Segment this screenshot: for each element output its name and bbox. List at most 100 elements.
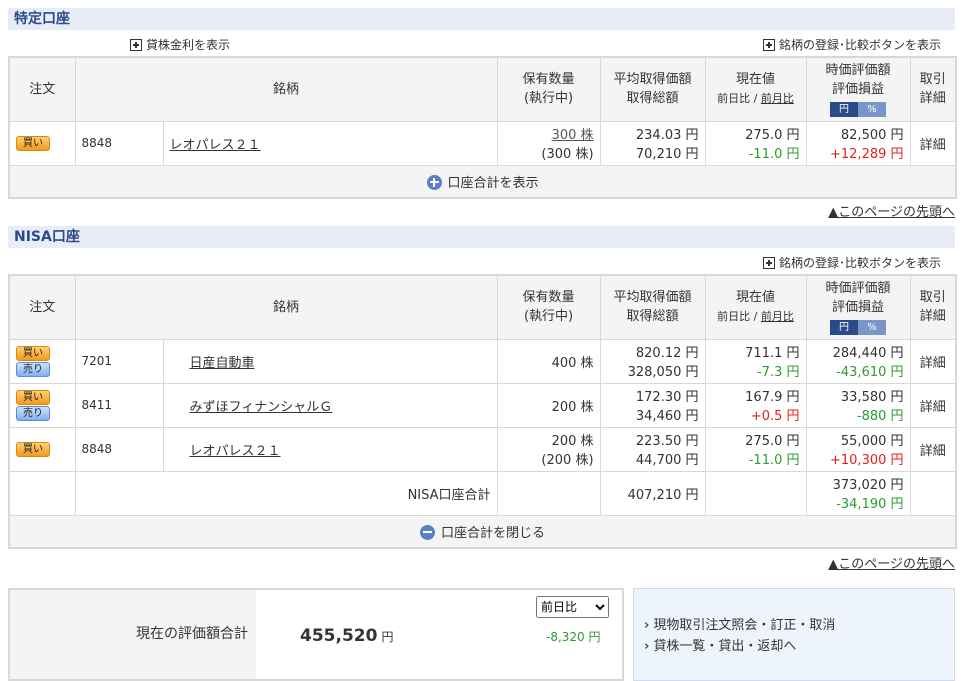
stock-name-cell: 日産自動車 <box>162 338 498 384</box>
table-row: 買い 8848 レオパレス２１ 200 株 (200 株) 223.50 円 44,… <box>8 426 957 472</box>
stock-code: 7201 <box>74 338 164 384</box>
summary-label: 現在の評価額合計 <box>10 590 256 679</box>
detail-link[interactable]: 詳細 <box>909 426 957 472</box>
show-total-row[interactable]: 口座合計を表示 <box>8 164 957 198</box>
related-links-panel: 現物取引注文照会・訂正・取消 貸株一覧・貸出・返却へ <box>633 588 955 681</box>
col-qty: 保有数量 (執行中) <box>496 56 601 122</box>
tokutei-holdings-table: 注文 銘柄 保有数量 (執行中) 平均取得価額 取得総額 現在値 前日比 / 前月比… <box>8 56 958 199</box>
col-value: 時価評価額 評価損益 円% <box>805 274 911 340</box>
stock-name-link[interactable]: レオパレス２１ <box>170 138 261 153</box>
page-top-link[interactable]: ▲このページの先頭へ <box>828 553 955 572</box>
summary-diff: -8,320 円 <box>546 630 601 644</box>
avg-cell: 234.03 円 70,210 円 <box>599 120 706 166</box>
nisa-total-row: NISA口座合計 407,210 円 373,020 円 -34,190 円 <box>8 470 957 516</box>
summary-total: 455,520 円 <box>300 626 394 646</box>
register-compare-label: 銘柄の登録･比較ボタンを表示 <box>778 38 941 52</box>
table-header-row: 注文 銘柄 保有数量 (執行中) 平均取得価額 取得総額 現在値 前日比 / 前月比… <box>8 274 957 340</box>
buy-button[interactable]: 買い <box>16 345 50 361</box>
col-price: 現在値 前日比 / 前月比 <box>704 274 807 340</box>
buy-button[interactable]: 買い <box>16 135 50 151</box>
buy-button[interactable]: 買い <box>16 441 50 457</box>
col-avg: 平均取得価額 取得総額 <box>599 56 706 122</box>
stock-name-cell: みずほフィナンシャルＧ <box>162 382 498 428</box>
comparison-select[interactable]: 前日比 <box>536 596 609 618</box>
price-cell: 275.0 円 -11.0 円 <box>704 120 807 166</box>
stock-name-cell: レオパレス２１ <box>162 120 498 166</box>
section-title-nisa: NISA口座 <box>8 226 955 248</box>
avg-cell: 820.12 円 328,050 円 <box>599 338 706 384</box>
price-cell: 167.9 円 +0.5 円 <box>704 382 807 428</box>
col-name: 銘柄 <box>74 274 498 340</box>
detail-link[interactable]: 詳細 <box>909 120 957 166</box>
percent-toggle[interactable]: % <box>858 319 887 335</box>
avg-cell: 223.50 円 44,700 円 <box>599 426 706 472</box>
value-cell: 82,500 円 +12,289 円 <box>805 120 911 166</box>
sell-button[interactable]: 売り <box>16 405 50 421</box>
plus-icon <box>762 256 775 269</box>
yen-percent-toggle[interactable]: 円% <box>830 319 887 335</box>
month-ratio-link[interactable]: 前月比 <box>761 92 794 105</box>
stock-name-link[interactable]: レオパレス２１ <box>190 444 281 459</box>
close-total-label[interactable]: 口座合計を閉じる <box>441 526 545 541</box>
sell-button[interactable]: 売り <box>16 361 50 377</box>
stock-code: 8848 <box>74 426 164 472</box>
order-cell: 買い 売り <box>8 382 76 428</box>
detail-link[interactable]: 詳細 <box>909 382 957 428</box>
stock-name-link[interactable]: みずほフィナンシャルＧ <box>190 400 333 415</box>
price-cell: 275.0 円 -11.0 円 <box>704 426 807 472</box>
show-register-compare-link-nisa[interactable]: 銘柄の登録･比較ボタンを表示 <box>762 254 941 271</box>
col-detail: 取引 詳細 <box>909 274 957 340</box>
table-row: 買い 売り 7201 日産自動車 400 株 820.12 円 328,050 円 … <box>8 338 957 384</box>
value-cell: 33,580 円 -880 円 <box>805 382 911 428</box>
stock-code: 8848 <box>74 120 164 166</box>
yen-percent-toggle[interactable]: 円% <box>830 101 887 117</box>
stock-code: 8411 <box>74 382 164 428</box>
lending-list-link[interactable]: 貸株一覧・貸出・返却へ <box>644 636 954 657</box>
col-detail: 取引 詳細 <box>909 56 957 122</box>
minus-circle-icon <box>420 524 435 540</box>
col-avg: 平均取得価額 取得総額 <box>599 274 706 340</box>
col-order: 注文 <box>8 56 76 122</box>
buy-button[interactable]: 買い <box>16 389 50 405</box>
col-value: 時価評価額 評価損益 円% <box>805 56 911 122</box>
avg-cell: 172.30 円 34,460 円 <box>599 382 706 428</box>
show-total-label[interactable]: 口座合計を表示 <box>448 176 539 191</box>
nisa-total-value-cell: 373,020 円 -34,190 円 <box>805 470 911 516</box>
table-row: 買い 8848 レオパレス２１ 300 株 (300 株) 234.03 円 70,… <box>8 120 957 166</box>
table-row: 買い 売り 8411 みずほフィナンシャルＧ 200 株 172.30 円 34,4… <box>8 382 957 428</box>
qty-cell: 400 株 <box>496 338 601 384</box>
section-title-tokutei: 特定口座 <box>8 8 955 30</box>
value-cell: 55,000 円 +10,300 円 <box>805 426 911 472</box>
show-lending-rate-link[interactable]: 貸株金利を表示 <box>130 36 230 53</box>
register-compare-label: 銘柄の登録･比較ボタンを表示 <box>778 256 941 270</box>
value-cell: 284,440 円 -43,610 円 <box>805 338 911 384</box>
plus-circle-icon <box>426 174 442 190</box>
col-name: 銘柄 <box>74 56 498 122</box>
plus-icon <box>762 38 775 51</box>
show-lending-rate-label: 貸株金利を表示 <box>146 38 231 52</box>
order-cell: 買い <box>8 120 76 166</box>
order-cell: 買い 売り <box>8 338 76 384</box>
valuation-summary: 現在の評価額合計 455,520 円 前日比 -8,320 円 <box>8 588 624 681</box>
table-header-row: 注文 銘柄 保有数量 (執行中) 平均取得価額 取得総額 現在値 前日比 / 前月比… <box>8 56 957 122</box>
show-register-compare-link-tokutei[interactable]: 銘柄の登録･比較ボタンを表示 <box>762 36 941 53</box>
qty-cell: 200 株 (200 株) <box>496 426 601 472</box>
col-qty: 保有数量 (執行中) <box>496 274 601 340</box>
yen-toggle[interactable]: 円 <box>830 319 859 335</box>
qty-link[interactable]: 300 株 <box>552 128 594 143</box>
yen-toggle[interactable]: 円 <box>830 101 859 117</box>
order-inquiry-link[interactable]: 現物取引注文照会・訂正・取消 <box>644 615 954 636</box>
close-total-row[interactable]: 口座合計を閉じる <box>8 514 957 548</box>
nisa-total-cost: 407,210 円 <box>599 470 706 516</box>
plus-icon <box>130 38 142 51</box>
qty-cell: 300 株 (300 株) <box>496 120 601 166</box>
nisa-holdings-table: 注文 銘柄 保有数量 (執行中) 平均取得価額 取得総額 現在値 前日比 / 前月比… <box>8 274 958 549</box>
month-ratio-link[interactable]: 前月比 <box>761 310 794 323</box>
page-top-link[interactable]: ▲このページの先頭へ <box>828 201 955 220</box>
qty-cell: 200 株 <box>496 382 601 428</box>
stock-name-link[interactable]: 日産自動車 <box>190 356 255 371</box>
price-cell: 711.1 円 -7.3 円 <box>704 338 807 384</box>
detail-link[interactable]: 詳細 <box>909 338 957 384</box>
percent-toggle[interactable]: % <box>858 101 887 117</box>
stock-name-cell: レオパレス２１ <box>162 426 498 472</box>
